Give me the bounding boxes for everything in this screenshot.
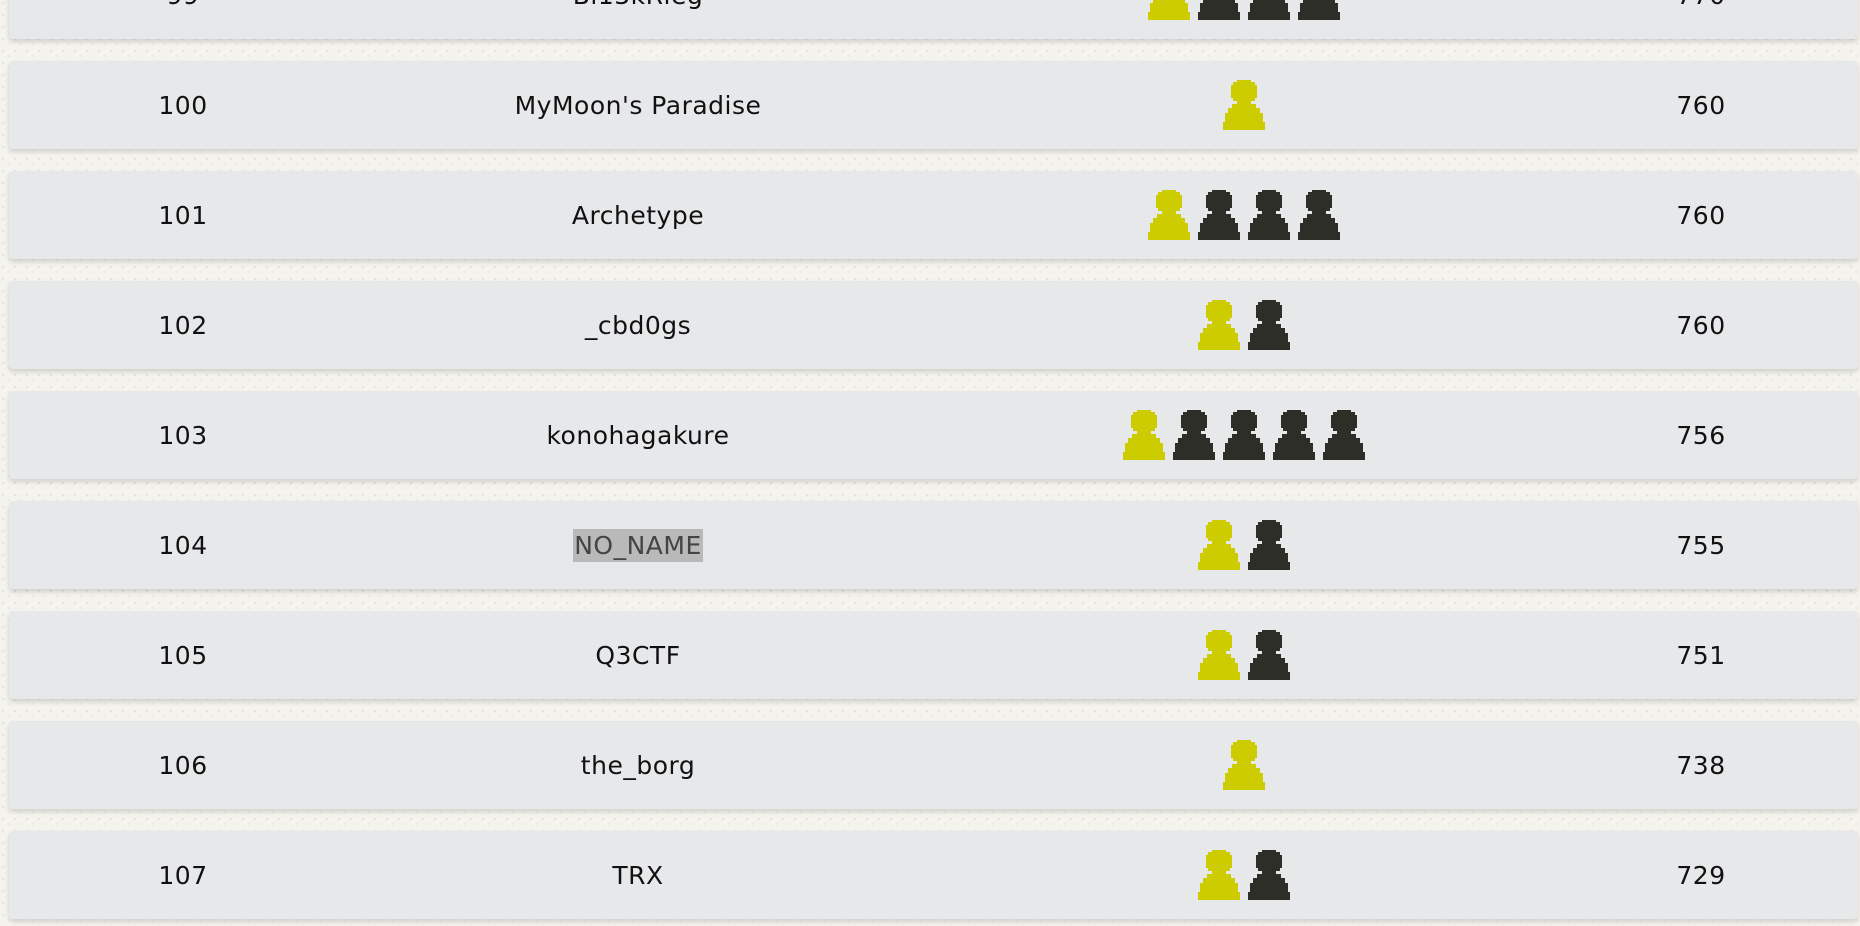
scoreboard-row: 103 konohagakure 756 [9, 391, 1858, 479]
team-name-cell: _cbd0gs [438, 281, 838, 369]
score-cell: 760 [1676, 90, 1726, 120]
scoreboard: 99Bl13kRieg770100MyMoon's Paradise760101… [0, 0, 1860, 926]
member-pawn-icon [1248, 630, 1290, 680]
rank-cell: 106 [158, 750, 208, 780]
member-pawn-icon [1323, 410, 1365, 460]
team-name-link[interactable]: NO_NAME [573, 528, 703, 562]
team-members [1009, 0, 1479, 39]
team-name-link[interactable]: Archetype [572, 201, 704, 230]
team-members [1009, 281, 1479, 369]
leader-pawn-icon [1223, 80, 1265, 130]
member-pawn-icon [1198, 0, 1240, 20]
leader-pawn-icon [1198, 300, 1240, 350]
score-cell: 738 [1676, 750, 1726, 780]
score-cell: 755 [1676, 530, 1726, 560]
team-members [1009, 171, 1479, 259]
team-name-cell: Bl13kRieg [438, 0, 838, 39]
team-members [1009, 831, 1479, 919]
scoreboard-row: 106 the_borg 738 [9, 721, 1858, 809]
rank-cell: 100 [158, 90, 208, 120]
team-name-cell: NO_NAME [438, 501, 838, 589]
rank-cell: 102 [158, 310, 208, 340]
leader-pawn-icon [1198, 520, 1240, 570]
team-name-link[interactable]: TRX [612, 861, 663, 890]
rank-cell: 101 [158, 200, 208, 230]
score-cell: 770 [1601, 0, 1801, 39]
rank-cell: 105 [158, 640, 208, 670]
team-name-cell: Archetype [438, 171, 838, 259]
score-cell: 760 [1676, 310, 1726, 340]
scoreboard-row: 99 Bl13kRieg 770 [9, 0, 1858, 39]
member-pawn-icon [1298, 190, 1340, 240]
rank-cell: 99 [83, 0, 283, 39]
score-cell: 760 [1676, 200, 1726, 230]
team-members [1009, 61, 1479, 149]
team-members [1009, 721, 1479, 809]
member-pawn-icon [1248, 850, 1290, 900]
scoreboard-row: 107 TRX 729 [9, 831, 1858, 919]
leader-pawn-icon [1148, 190, 1190, 240]
scoreboard-row: 105 Q3CTF 751 [9, 611, 1858, 699]
score-cell: 729 [1676, 860, 1726, 890]
scoreboard-row: 102 _cbd0gs 760 [9, 281, 1858, 369]
member-pawn-icon [1298, 0, 1340, 20]
scoreboard-row: 100 MyMoon's Paradise 760 [9, 61, 1858, 149]
leader-pawn-icon [1198, 630, 1240, 680]
rank-cell: 107 [158, 860, 208, 890]
leader-pawn-icon [1148, 0, 1190, 20]
team-name-cell: the_borg [438, 721, 838, 809]
team-members [1009, 391, 1479, 479]
member-pawn-icon [1273, 410, 1315, 460]
scoreboard-row: 104 NO_NAME 755 [9, 501, 1858, 589]
team-name-cell: MyMoon's Paradise [438, 61, 838, 149]
team-members [1009, 611, 1479, 699]
member-pawn-icon [1198, 190, 1240, 240]
score-cell: 751 [1676, 640, 1726, 670]
team-name-link[interactable]: the_borg [581, 751, 695, 780]
rank-cell: 103 [158, 420, 208, 450]
team-name-link[interactable]: Q3CTF [595, 641, 680, 670]
leader-pawn-icon [1223, 740, 1265, 790]
scoreboard-row: 101 Archetype 760 [9, 171, 1858, 259]
member-pawn-icon [1248, 520, 1290, 570]
team-members [1009, 501, 1479, 589]
member-pawn-icon [1173, 410, 1215, 460]
score-cell: 756 [1676, 420, 1726, 450]
team-name-cell: Q3CTF [438, 611, 838, 699]
team-name-link[interactable]: konohagakure [546, 421, 729, 450]
team-name-link[interactable]: _cbd0gs [585, 311, 691, 340]
team-name-link[interactable]: MyMoon's Paradise [515, 91, 762, 120]
team-name-cell: TRX [438, 831, 838, 919]
member-pawn-icon [1248, 0, 1290, 20]
leader-pawn-icon [1123, 410, 1165, 460]
rank-cell: 104 [158, 530, 208, 560]
member-pawn-icon [1248, 300, 1290, 350]
member-pawn-icon [1248, 190, 1290, 240]
team-name-cell: konohagakure [438, 391, 838, 479]
member-pawn-icon [1223, 410, 1265, 460]
team-name-link[interactable]: Bl13kRieg [573, 0, 703, 10]
leader-pawn-icon [1198, 850, 1240, 900]
